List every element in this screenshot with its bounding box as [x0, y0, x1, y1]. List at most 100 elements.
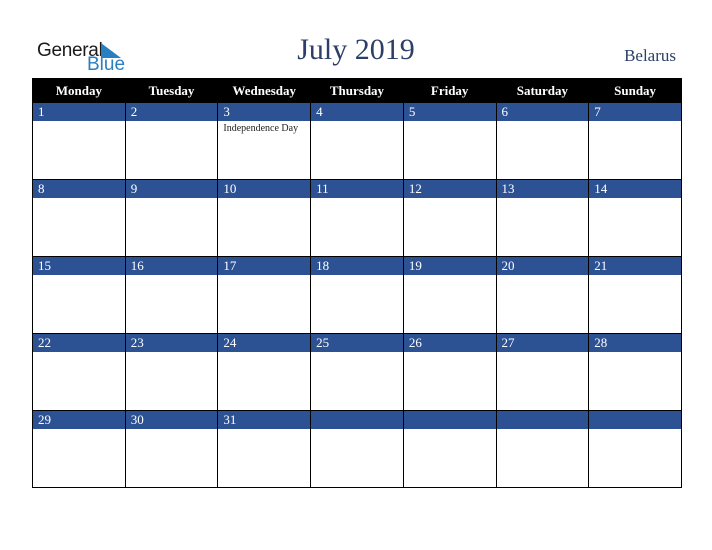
- day-number: 31: [218, 411, 311, 429]
- day-cell[interactable]: 31: [217, 410, 312, 488]
- holiday-label: [497, 121, 589, 123]
- weekday-header: Saturday: [495, 78, 590, 103]
- day-number: 27: [496, 334, 589, 352]
- day-cell[interactable]: 15: [32, 256, 126, 334]
- day-cell[interactable]: 16: [124, 256, 219, 334]
- day-number: 21: [589, 257, 681, 275]
- day-number: 20: [496, 257, 589, 275]
- day-cell[interactable]: 7: [588, 102, 682, 180]
- day-cell[interactable]: [495, 410, 590, 488]
- page-title: July 2019: [297, 33, 415, 66]
- holiday-label: Independence Day: [223, 123, 299, 134]
- day-cell[interactable]: 13: [495, 179, 590, 257]
- day-number: 5: [403, 103, 496, 121]
- holiday-label: [33, 275, 125, 277]
- day-cell[interactable]: 29: [32, 410, 126, 488]
- day-cell[interactable]: 2: [124, 102, 219, 180]
- day-number: 15: [33, 257, 125, 275]
- day-cell[interactable]: 18: [310, 256, 404, 334]
- holiday-label: [589, 352, 681, 354]
- week-row: 22 23 24 25 26 27 28: [32, 333, 682, 411]
- day-cell[interactable]: [588, 410, 682, 488]
- day-number: 3: [218, 103, 311, 121]
- day-cell[interactable]: 28: [588, 333, 682, 411]
- day-cell[interactable]: 11: [310, 179, 404, 257]
- holiday-label: [126, 121, 218, 123]
- holiday-label: [589, 121, 681, 123]
- day-number: 9: [125, 180, 218, 198]
- day-number: 25: [311, 334, 403, 352]
- day-cell[interactable]: 23: [124, 333, 219, 411]
- holiday-label: [311, 275, 403, 277]
- day-cell[interactable]: 9: [124, 179, 219, 257]
- holiday-label: [404, 275, 496, 277]
- day-cell[interactable]: 12: [402, 179, 497, 257]
- holiday-label: [33, 198, 125, 200]
- day-cell[interactable]: 20: [495, 256, 590, 334]
- day-cell[interactable]: 22: [32, 333, 126, 411]
- day-number: 10: [218, 180, 311, 198]
- day-cell[interactable]: 30: [124, 410, 219, 488]
- day-number: 1: [33, 103, 125, 121]
- day-cell[interactable]: 3 Independence Day: [217, 102, 312, 180]
- weekday-header: Wednesday: [217, 78, 312, 103]
- day-number: 13: [496, 180, 589, 198]
- day-cell[interactable]: [402, 410, 497, 488]
- holiday-label: [311, 198, 403, 200]
- day-number: 6: [496, 103, 589, 121]
- day-cell[interactable]: 6: [495, 102, 590, 180]
- day-number: 16: [125, 257, 218, 275]
- day-cell[interactable]: 26: [402, 333, 497, 411]
- weekday-header: Sunday: [588, 78, 682, 103]
- day-number: 18: [311, 257, 403, 275]
- day-cell[interactable]: 25: [310, 333, 404, 411]
- holiday-label: [311, 429, 403, 431]
- day-cell[interactable]: 27: [495, 333, 590, 411]
- day-cell[interactable]: 1: [32, 102, 126, 180]
- day-number: [589, 411, 681, 429]
- day-number: 8: [33, 180, 125, 198]
- day-number: 2: [125, 103, 218, 121]
- day-number: 7: [589, 103, 681, 121]
- day-number: 23: [125, 334, 218, 352]
- holiday-label: [497, 198, 589, 200]
- holiday-label: [126, 198, 218, 200]
- holiday-label: [33, 121, 125, 123]
- day-cell[interactable]: 4: [310, 102, 404, 180]
- holiday-label: [404, 352, 496, 354]
- day-cell[interactable]: 24: [217, 333, 312, 411]
- day-number: [403, 411, 496, 429]
- holiday-label: [404, 121, 496, 123]
- holiday-label: [218, 198, 310, 200]
- day-number: 29: [33, 411, 125, 429]
- day-number: 11: [311, 180, 403, 198]
- day-number: 17: [218, 257, 311, 275]
- week-row: 15 16 17 18 19 20 21: [32, 256, 682, 334]
- holiday-label: [311, 352, 403, 354]
- week-row: 1 2 3 Independence Day 4 5 6 7: [32, 102, 682, 180]
- day-number: 24: [218, 334, 311, 352]
- holiday-label: [589, 275, 681, 277]
- calendar-grid: Monday Tuesday Wednesday Thursday Friday Satu…: [32, 78, 682, 488]
- day-number: 19: [403, 257, 496, 275]
- day-number: 4: [311, 103, 403, 121]
- holiday-label: [218, 352, 310, 354]
- day-number: [311, 411, 403, 429]
- day-number: 12: [403, 180, 496, 198]
- holiday-label: [497, 352, 589, 354]
- day-number: 14: [589, 180, 681, 198]
- day-cell[interactable]: 21: [588, 256, 682, 334]
- day-cell[interactable]: 5: [402, 102, 497, 180]
- day-number: 30: [125, 411, 218, 429]
- day-cell[interactable]: 10: [217, 179, 312, 257]
- day-cell[interactable]: [310, 410, 404, 488]
- day-cell[interactable]: 14: [588, 179, 682, 257]
- day-number: 22: [33, 334, 125, 352]
- weekday-header: Monday: [32, 78, 126, 103]
- holiday-label: [589, 198, 681, 200]
- holiday-label: [126, 429, 218, 431]
- weekday-header: Tuesday: [124, 78, 219, 103]
- day-cell[interactable]: 19: [402, 256, 497, 334]
- day-cell[interactable]: 17: [217, 256, 312, 334]
- day-cell[interactable]: 8: [32, 179, 126, 257]
